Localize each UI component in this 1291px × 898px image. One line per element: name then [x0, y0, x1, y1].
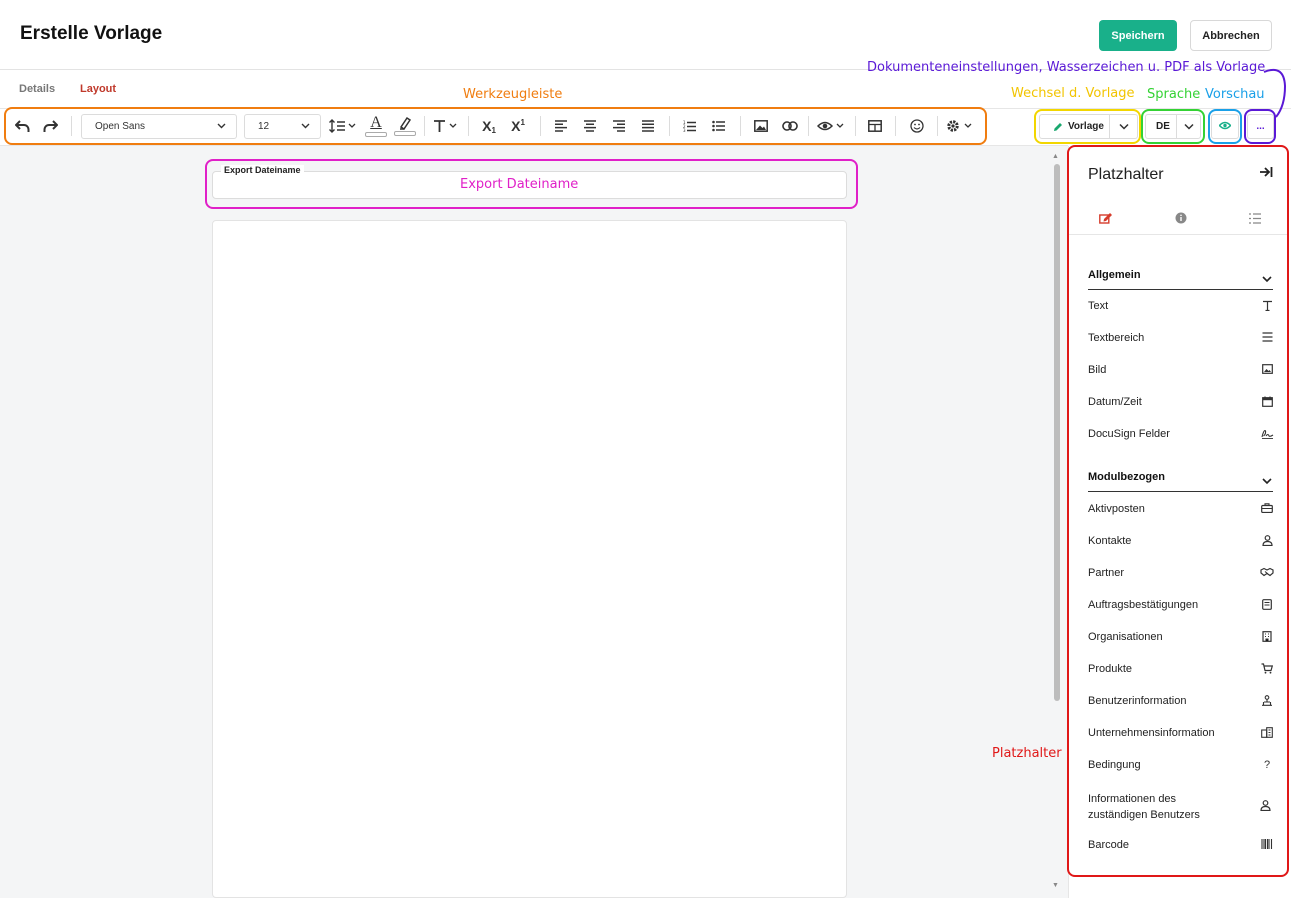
tab-layout[interactable]: Layout [80, 83, 116, 95]
scrollbar-thumb[interactable] [1054, 164, 1060, 701]
annotation-placeholder-box [1067, 145, 1289, 877]
annotation-filename-label: Export Dateiname [460, 177, 579, 192]
annotation-settings-label: Dokumenteneinstellungen, Wasserzeichen u… [867, 60, 1266, 75]
page-title: Erstelle Vorlage [20, 23, 163, 44]
annotation-arrow [1263, 68, 1287, 118]
annotation-preview-label: Vorschau [1205, 87, 1265, 102]
annotation-placeholder-label: Platzhalter [992, 746, 1062, 761]
cancel-button[interactable]: Abbrechen [1190, 20, 1272, 51]
document-page[interactable] [212, 220, 847, 898]
scroll-up-arrow[interactable]: ▲ [1052, 153, 1059, 160]
annotation-toolbar-box [4, 107, 987, 145]
tab-details[interactable]: Details [19, 83, 55, 95]
annotation-preview-box [1208, 109, 1242, 144]
annotation-toolbar-label: Werkzeugleiste [463, 87, 563, 102]
annotation-language-label: Sprache [1147, 87, 1201, 102]
annotation-template-box [1034, 109, 1141, 144]
annotation-template-label: Wechsel d. Vorlage [1011, 86, 1135, 101]
scroll-down-arrow[interactable]: ▼ [1052, 882, 1059, 889]
save-button[interactable]: Speichern [1099, 20, 1177, 51]
annotation-language-box [1141, 109, 1205, 144]
